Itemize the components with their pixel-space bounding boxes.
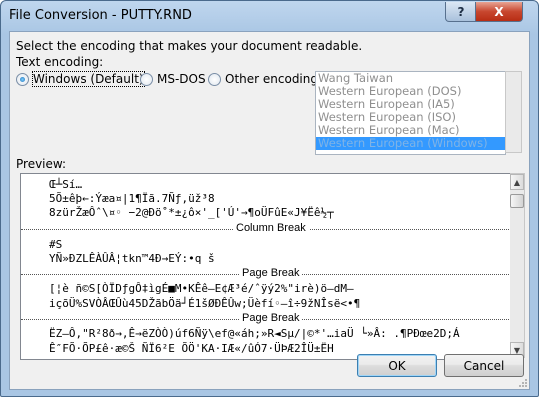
preview-label: Preview: [16,157,67,171]
radio-ms-dos[interactable]: MS-DOS [140,72,206,86]
file-conversion-dialog: File Conversion - PUTTY.RND ? X Select t… [0,0,539,397]
preview-line: YÑ»ÐZLÊÀÛÂ¦tkn™4Ð→EÝ:•q š [49,252,215,265]
ok-button[interactable]: OK [357,354,437,377]
title-bar[interactable]: File Conversion - PUTTY.RND ? X [1,1,538,31]
radio-unchecked-icon [208,72,221,86]
resize-grip-icon[interactable] [518,378,528,388]
radio-checked-icon [16,72,29,86]
preview-line: Œ┴Sí… [49,178,83,191]
encoding-listbox[interactable]: Wang Taiwan Western European (DOS) Weste… [315,71,506,155]
preview-line: Ê″FÕ·ÕP£ê·æ©Š ÑÏ6²E ÕÖ'KA·IÆ«/ûÓ7·ÜÞÆ2ÎÜ… [49,342,334,355]
help-icon: ? [457,4,465,19]
preview-scrollbar[interactable]: ▲ ▼ [510,173,525,358]
preview-line: 5Õ±êþ←:Ýæa¤|1¶Ïã.7Ñƒ,üž³8 [49,192,215,205]
radio-windows-default[interactable]: Windows (Default) [16,71,145,87]
scroll-up-button[interactable]: ▲ [510,174,524,190]
radio-other-encoding[interactable]: Other encoding: [208,72,322,86]
cancel-button-label: Cancel [463,358,505,373]
close-button[interactable]: X [475,2,523,22]
cancel-button[interactable]: Cancel [444,354,524,377]
preview-line: 8zürŽæÔˆ\¤◦ −2@Ðö˚*±¿ô×'_['Ú'→¶oÜFûE«J¥Ë… [49,206,334,219]
chevron-up-icon: ▲ [513,177,521,187]
encoding-list-scrollbar [505,71,522,153]
preview-line: ËZ–Ô,"R²8ð→,Ê→ëZÒÒ)úf6Ñÿ\ef@«áh;»R◄Sµ/|©… [49,327,460,340]
preview-line: #S [49,238,63,251]
column-break-label: Column Break [233,222,309,234]
help-button[interactable]: ? [445,2,477,22]
radio-unchecked-icon [140,72,153,86]
radio-label-other: Other encoding: [225,72,323,86]
close-icon: X [494,4,504,19]
preview-line: [¦è ñ©S[ÒÏDƒgÔ‡ìgÉ■M•KÊê–E¢Æ³é/ˆÿý2%"irè… [49,282,354,295]
page-break-label: Page Break [239,267,303,279]
preview-pane[interactable]: Œ┴Sí… 5Õ±êþ←:Ýæa¤|1¶Ïã.7Ñƒ,üž³8 8zürŽæÔˆ… [20,173,512,360]
instruction-text: Select the encoding that makes your docu… [16,39,363,53]
scroll-thumb[interactable] [510,194,524,208]
page-break: Page Break [21,267,511,280]
ok-button-label: OK [388,358,406,373]
page-break-label: Page Break [239,312,303,324]
dialog-body: Select the encoding that makes your docu… [9,31,530,390]
radio-label-windows: Windows (Default) [32,71,145,87]
text-encoding-label: Text encoding: [16,55,104,69]
radio-label-ms-dos: MS-DOS [157,72,206,86]
column-break: Column Break [21,222,511,235]
list-item-selected[interactable]: Western European (Windows) [316,137,505,150]
dialog-title: File Conversion - PUTTY.RND [9,8,192,23]
preview-line: içõÜ%SVÒÂŒÛù45DŽãbÖä┘É1šØÐÊÛw;Üèfí◦–î÷9ž… [49,297,361,310]
page-break: Page Break [21,312,511,325]
